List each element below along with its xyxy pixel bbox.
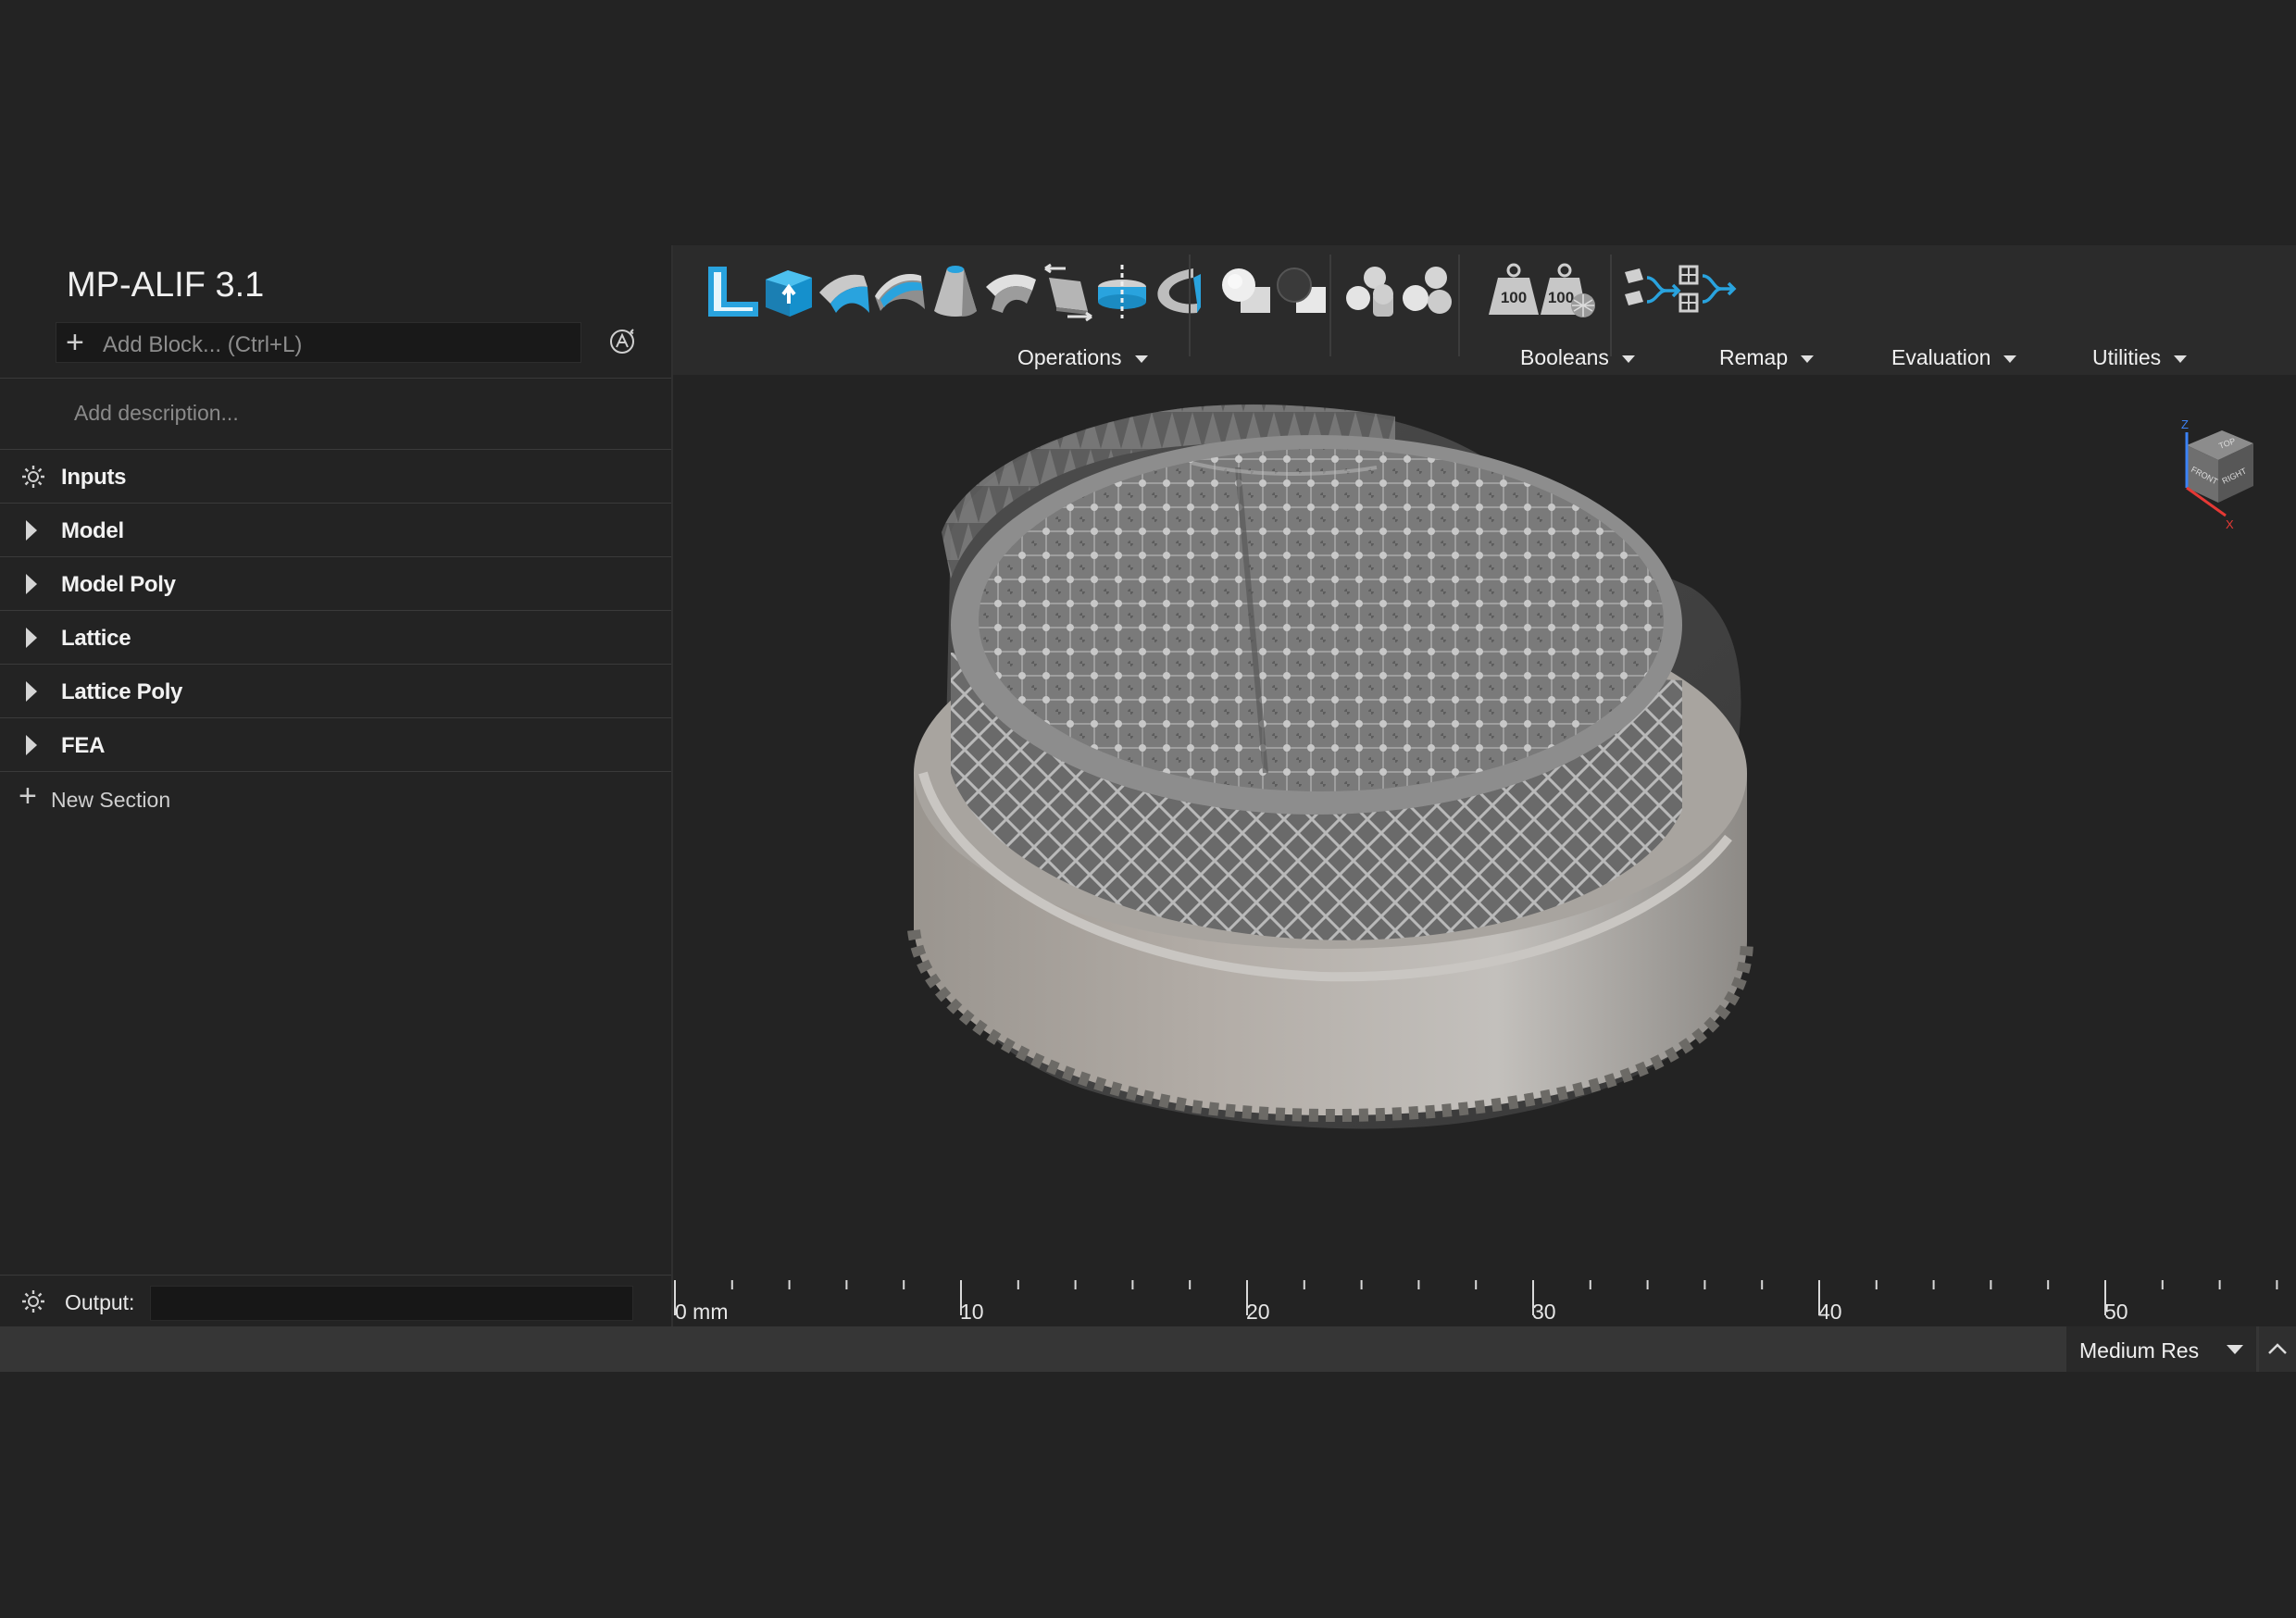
add-block-input[interactable]: + Add Block... (Ctrl+L) <box>56 322 581 363</box>
ruler-label-50: 50 <box>2104 1300 2128 1324</box>
x-axis-label: X <box>2226 517 2234 531</box>
toolbar: 100 100 Operations Booleans Remap Evalua… <box>673 245 2296 375</box>
collapse-panel-button[interactable] <box>2259 1326 2296 1372</box>
chevron-down-icon <box>2227 1345 2243 1354</box>
section-label: Lattice <box>61 626 131 651</box>
z-axis-label: Z <box>2181 417 2189 431</box>
section-label: FEA <box>61 733 106 758</box>
section-model[interactable]: Model <box>0 504 671 557</box>
toolbar-divider <box>1189 255 1191 356</box>
remap-menu[interactable]: Remap <box>1719 345 1815 370</box>
weight-value: 100 <box>1501 289 1527 306</box>
weight-value: 100 <box>1548 289 1574 306</box>
operations-label: Operations <box>1017 345 1122 369</box>
output-row: Output: <box>0 1275 671 1326</box>
operations-menu[interactable]: Operations <box>1017 345 1148 370</box>
new-section-button[interactable]: + New Section <box>0 777 671 823</box>
toolbar-divider <box>1610 255 1612 356</box>
merge-lattices-icon[interactable] <box>1675 259 1740 324</box>
dropdown-caret-icon <box>1134 355 1148 363</box>
add-block-placeholder: Add Block... (Ctrl+L) <box>103 332 303 357</box>
expand-arrow-icon[interactable] <box>26 681 37 702</box>
expand-arrow-icon[interactable] <box>26 628 37 648</box>
expand-arrow-icon[interactable] <box>26 735 37 755</box>
gear-icon <box>22 466 44 488</box>
implant-model[interactable] <box>673 375 2296 1275</box>
boolean-subtract-icon[interactable] <box>1270 259 1335 324</box>
section-lattice-poly[interactable]: Lattice Poly <box>0 665 671 718</box>
3d-viewport[interactable]: TOP FRONT RIGHT Z X <box>673 375 2296 1326</box>
view-cube[interactable]: TOP FRONT RIGHT Z X <box>2150 412 2261 541</box>
utilities-menu[interactable]: Utilities <box>2092 345 2188 370</box>
ruler-label-40: 40 <box>1818 1300 1842 1324</box>
booleans-label: Booleans <box>1520 345 1609 369</box>
plus-icon: + <box>66 325 84 360</box>
ruler-label-20: 20 <box>1246 1300 1270 1324</box>
utilities-label: Utilities <box>2092 345 2162 369</box>
status-bar: Medium Res <box>0 1326 2296 1372</box>
ruler-label-30: 30 <box>1532 1300 1556 1324</box>
plus-icon: + <box>19 778 37 814</box>
section-fea[interactable]: FEA <box>0 718 671 772</box>
booleans-menu[interactable]: Booleans <box>1520 345 1635 370</box>
ruler-graphic: 0 mm 10 20 30 40 50 <box>674 1280 2278 1324</box>
gear-icon <box>22 1290 44 1313</box>
section-label: Model <box>61 518 124 543</box>
app-window: MP-ALIF 3.1 + Add Block... (Ctrl+L) Add … <box>0 245 2296 1372</box>
auto-assist-icon[interactable] <box>607 327 637 356</box>
evaluation-menu[interactable]: Evaluation <box>1891 345 2017 370</box>
document-title[interactable]: MP-ALIF 3.1 <box>67 266 264 305</box>
resolution-dropdown[interactable]: Medium Res <box>2066 1326 2256 1372</box>
section-lattice[interactable]: Lattice <box>0 611 671 665</box>
section-label: Model Poly <box>61 572 176 597</box>
section-inputs[interactable]: Inputs <box>0 450 671 504</box>
description-field[interactable]: Add description... <box>0 378 671 450</box>
ruler-zero-label: 0 mm <box>675 1300 729 1324</box>
remap-spheres-icon[interactable] <box>1397 259 1462 324</box>
weight-lattice-icon[interactable]: 100 <box>1537 259 1602 324</box>
dropdown-caret-icon <box>2003 355 2017 363</box>
toolbar-divider <box>1329 255 1331 356</box>
output-field[interactable] <box>150 1286 633 1321</box>
scale-ruler: 0 mm 10 20 30 40 50 <box>673 1275 2296 1326</box>
expand-arrow-icon[interactable] <box>26 520 37 541</box>
remap-label: Remap <box>1719 345 1789 369</box>
section-label: Lattice Poly <box>61 679 183 704</box>
block-panel: MP-ALIF 3.1 + Add Block... (Ctrl+L) Add … <box>0 245 673 1326</box>
description-placeholder: Add description... <box>74 401 239 425</box>
expand-arrow-icon[interactable] <box>26 574 37 594</box>
section-label: Inputs <box>61 465 127 490</box>
dropdown-caret-icon <box>1801 355 1815 363</box>
resolution-value: Medium Res <box>2079 1338 2200 1363</box>
chevron-up-icon <box>2268 1343 2287 1354</box>
dropdown-caret-icon <box>2174 355 2188 363</box>
toolbar-divider <box>1458 255 1460 356</box>
new-section-label: New Section <box>51 788 171 812</box>
revolve-icon[interactable] <box>1145 259 1210 324</box>
output-label: Output: <box>65 1290 135 1314</box>
section-model-poly[interactable]: Model Poly <box>0 557 671 611</box>
dropdown-caret-icon <box>1621 355 1635 363</box>
evaluation-label: Evaluation <box>1891 345 1991 369</box>
ruler-label-10: 10 <box>960 1300 984 1324</box>
